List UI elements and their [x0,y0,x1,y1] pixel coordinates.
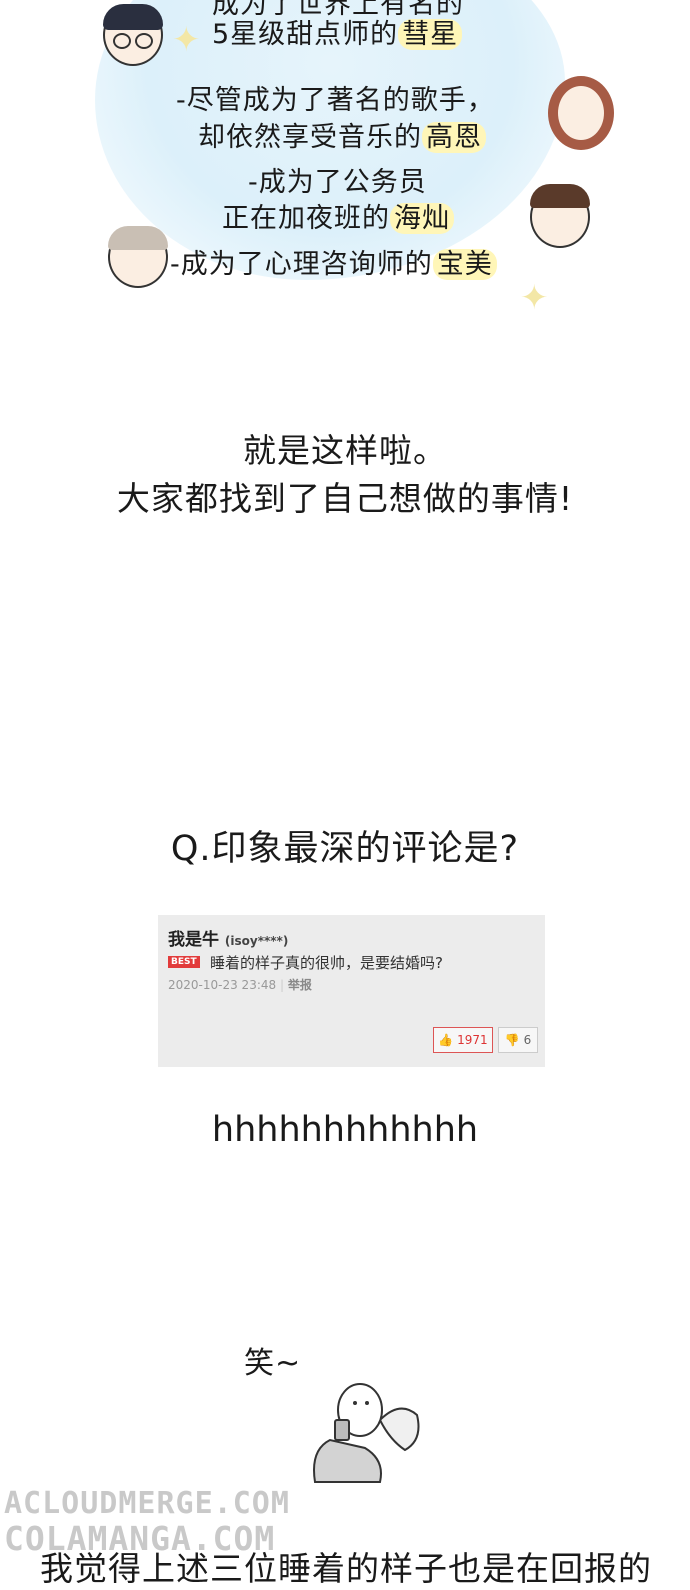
like-count: 1971 [457,1033,488,1047]
character-face-civil-servant [530,184,590,248]
narration-line-2: 大家都找到了自己想做的事情! [116,479,574,518]
comment-text: 睡着的样子真的很帅，是要结婚吗? [210,954,443,972]
character-face-glasses [103,4,163,66]
report-link[interactable]: 举报 [288,978,312,992]
narration-line-1: 就是这样啦。 [243,431,447,470]
comment-user: 我是牛 (isoy****) [168,925,288,950]
highlight-name: 海灿 [390,203,454,234]
comment-timestamp: 2020-10-23 23:48 [168,978,277,992]
panel-line-4: -成为了公务员 [248,167,427,198]
reaction-text: hhhhhhhhhhhh [211,1110,479,1150]
sparkle-icon: ✦ [172,20,201,60]
dislike-button[interactable]: 👎 6 [498,1027,538,1053]
comment-user-id: (isoy****) [224,934,289,948]
sleeping-character-doodle [313,1383,420,1483]
panel-line-6: -成为了心理咨询师的 宝美 [170,242,497,281]
highlight-name: 高恩 [422,122,486,153]
character-face-singer [548,76,614,150]
dislike-count: 6 [523,1033,532,1047]
comment-meta: 2020-10-23 23:48 | 举报 [168,978,312,992]
watermark-line-1: ACLOUDMERGE.COM [4,1486,290,1521]
best-badge: BEST [168,956,200,968]
doodle-caption: 笑~ [244,1346,302,1381]
comment-username: 我是牛 [168,930,219,950]
like-button[interactable]: 👍 1971 [433,1027,493,1053]
highlight-name: 彗星 [398,19,463,50]
comment-card: 我是牛 (isoy****) BEST 睡着的样子真的很帅，是要结婚吗? 202… [158,915,545,1067]
sparkle-icon: ✦ [520,278,549,318]
panel-line-2: -尽管成为了著名的歌手， [176,85,495,116]
panel-line-1: 5星级甜点师的 彗星 [212,12,463,51]
bottom-text: 我觉得上述三位睡着的样子也是在回报的 [40,1549,652,1588]
question-heading: Q.印象最深的评论是? [170,829,520,869]
highlight-name: 宝美 [432,249,497,280]
panel-line-5: 正在加夜班的 海灿 [222,196,454,235]
panel-line-3: 却依然享受音乐的 高恩 [198,115,486,154]
thumbs-up-icon: 👍 [438,1033,454,1047]
character-face-counselor [108,226,168,288]
thumbs-down-icon: 👎 [504,1033,520,1047]
